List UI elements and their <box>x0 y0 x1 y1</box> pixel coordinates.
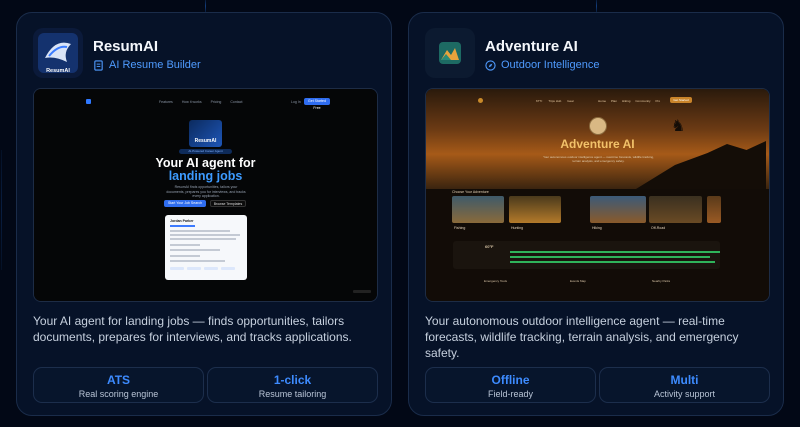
document-icon <box>94 59 103 71</box>
project-tag: Outdoor Intelligence <box>485 59 599 71</box>
card-header: Adventure AI Outdoor Intelligence <box>425 28 765 88</box>
resumai-logo: ResumAI <box>33 28 83 78</box>
preview-headline-accent: landing jobs <box>168 169 243 183</box>
svg-text:ResumAI: ResumAI <box>46 68 70 74</box>
preview-hero-logo: ResumAI <box>189 120 222 147</box>
resumai-preview-screenshot[interactable]: Features How it works Pricing Contact Lo… <box>33 88 378 302</box>
compass-icon <box>485 59 496 71</box>
preview-primary-button: Start Your Job Search <box>164 200 206 207</box>
project-title: Adventure AI <box>485 38 578 55</box>
preview-nav: Features How it works Pricing Contact Lo… <box>34 97 377 110</box>
deer-silhouette-icon: ♞ <box>671 118 686 135</box>
adventure-ai-preview-screenshot[interactable]: ♞ 67°F Trips Hub Gear Home Plan Hiking C… <box>425 88 770 302</box>
project-description: Your AI agent for landing jobs — finds o… <box>33 314 352 344</box>
card-header: ResumAI ResumAI AI Resume Builder <box>33 28 373 88</box>
stat-ats: ATS Real scoring engine <box>33 367 204 403</box>
preview-resume-card: Jordan Parker <box>165 215 247 280</box>
project-description: Your autonomous outdoor intelligence age… <box>425 314 739 360</box>
preview-title: Adventure AI <box>560 137 635 151</box>
stat-multi: Multi Activity support <box>599 367 770 403</box>
project-card-resumai[interactable]: ResumAI ResumAI AI Resume Builder Featur… <box>16 12 392 416</box>
preview-secondary-button: Browse Templates <box>210 200 246 207</box>
preview-logo-icon <box>86 99 91 104</box>
project-card-adventure-ai[interactable]: Adventure AI Outdoor Intelligence ♞ 67°F… <box>408 12 784 416</box>
preview-badge-icon <box>589 117 607 135</box>
preview-tile-hiking: Hiking <box>590 196 646 230</box>
preview-tile-hunting: Hunting <box>509 196 561 230</box>
project-title: ResumAI <box>93 38 159 55</box>
project-tag: AI Resume Builder <box>93 59 201 71</box>
preview-tile-fishing: Fishing <box>452 196 504 230</box>
adventure-ai-logo <box>425 28 475 78</box>
preview-tile-offroad: Off-Road <box>649 196 702 230</box>
stat-offline: Offline Field-ready <box>425 367 596 403</box>
preview-nav: 67°F Trips Hub Gear Home Plan Hiking Com… <box>426 97 769 105</box>
preview-forecast-panel: 60°F <box>453 241 720 269</box>
stat-one-click: 1-click Resume tailoring <box>207 367 378 403</box>
